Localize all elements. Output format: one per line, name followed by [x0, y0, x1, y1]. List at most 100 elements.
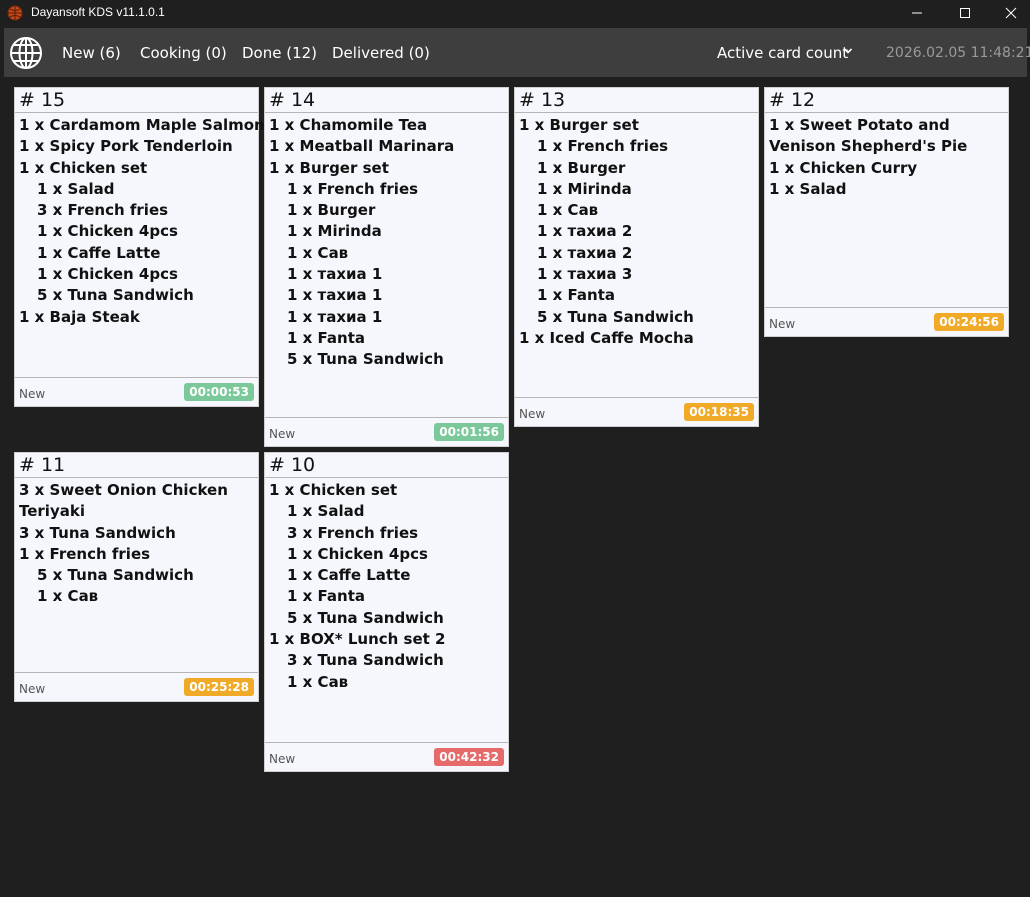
tab-new[interactable]: New (6) — [62, 44, 121, 62]
order-item: 3 x Sweet Onion Chicken Teriyaki — [19, 481, 228, 521]
order-item: 1 x Sweet Potato and Venison Shepherd's … — [769, 116, 968, 156]
elapsed-timer-badge: 00:01:56 — [434, 423, 504, 441]
order-card[interactable]: # 14 1 x Chamomile Tea 1 x Meatball Marina… — [264, 87, 509, 447]
status-label: New — [19, 387, 46, 401]
elapsed-timer-badge: 00:25:28 — [184, 678, 254, 696]
order-subitem: 1 x Сав — [37, 587, 99, 606]
window-title: Dayansoft KDS v11.1.0.1 — [31, 5, 165, 19]
close-button[interactable] — [988, 0, 1030, 26]
order-subitem: 1 x Mirinda — [537, 179, 632, 198]
status-label: New — [769, 317, 796, 331]
order-item: 1 x Iced Caffe Mocha — [519, 328, 694, 347]
order-item: 1 x Meatball Marinara — [269, 137, 455, 156]
close-icon — [1005, 7, 1017, 19]
order-subitem: 1 x Burger — [537, 158, 626, 177]
card-footer: New 00:42:32 — [265, 742, 508, 771]
order-subitem: 1 x Caffe Latte — [287, 566, 411, 585]
order-subitem: 1 x French fries — [537, 137, 669, 156]
card-footer: New 00:00:53 — [15, 377, 258, 406]
order-number: # 13 — [515, 88, 758, 113]
status-label: New — [19, 682, 46, 696]
elapsed-timer-badge: 00:18:35 — [684, 403, 754, 421]
order-subitem: 1 x тахиа 1 — [287, 307, 383, 326]
order-card[interactable]: # 10 1 x Chicken set 1 x Salad 3 x French f… — [264, 452, 509, 772]
order-number: # 15 — [15, 88, 258, 113]
order-subitem: 1 x тахиа 2 — [537, 222, 633, 241]
order-item: 1 x Chamomile Tea — [269, 116, 428, 134]
order-item: 1 x Spicy Pork Tenderloin — [19, 137, 233, 156]
order-subitem: 1 x French fries — [287, 179, 419, 198]
order-subitem: 1 x Salad — [287, 502, 365, 521]
order-subitem: 3 x French fries — [37, 201, 169, 220]
order-subitem: 1 x Сав — [287, 672, 349, 691]
status-label: New — [269, 427, 296, 441]
order-subitem: 3 x Tuna Sandwich — [287, 651, 444, 670]
menu-button[interactable] — [8, 35, 44, 71]
datetime-display: 2026.02.05 11:48:21 — [886, 45, 1030, 61]
order-card[interactable]: # 15 1 x Cardamom Maple Salmon 1 x Spicy P… — [14, 87, 265, 407]
order-items-list: 1 x Sweet Potato and Venison Shepherd's … — [765, 113, 1008, 200]
status-label: New — [269, 752, 296, 766]
order-item: 1 x Chicken Curry — [769, 158, 918, 177]
order-subitem: 1 x Caffe Latte — [37, 243, 161, 262]
minimize-icon — [912, 12, 922, 14]
order-subitem: 5 x Tuna Sandwich — [37, 566, 194, 585]
order-subitem: 1 x Chicken 4pcs — [37, 265, 178, 284]
order-items-list: 1 x Burger set 1 x French fries 1 x Burger… — [515, 113, 758, 349]
order-subitem: 5 x Tuna Sandwich — [287, 350, 444, 369]
dayansoft-logo-icon — [7, 5, 23, 21]
order-subitem: 1 x тахиа 1 — [287, 286, 383, 305]
order-item: 1 x Chicken set — [19, 158, 148, 177]
order-number: # 11 — [15, 453, 258, 478]
maximize-button[interactable] — [942, 0, 988, 26]
order-subitem: 1 x Fanta — [287, 328, 366, 347]
order-number: # 12 — [765, 88, 1008, 113]
order-subitem: 5 x Tuna Sandwich — [287, 608, 444, 627]
maximize-icon — [960, 8, 970, 18]
order-subitem: 1 x Сав — [287, 243, 349, 262]
tab-done[interactable]: Done (12) — [242, 44, 317, 62]
elapsed-timer-badge: 00:00:53 — [184, 383, 254, 401]
order-items-list: 1 x Chicken set 1 x Salad 3 x French fries… — [265, 478, 508, 693]
order-subitem: 1 x Fanta — [287, 587, 366, 606]
elapsed-timer-badge: 00:42:32 — [434, 748, 504, 766]
chevron-down-icon[interactable] — [843, 46, 853, 56]
order-subitem: 1 x Chicken 4pcs — [287, 544, 428, 563]
order-item: 1 x Salad — [769, 179, 847, 198]
order-subitem: 5 x Tuna Sandwich — [37, 286, 194, 305]
card-footer: New 00:24:56 — [765, 307, 1008, 336]
order-card[interactable]: # 12 1 x Sweet Potato and Venison Shepher… — [764, 87, 1009, 337]
order-items-list: 1 x Chamomile Tea 1 x Meatball Marinara 1 … — [265, 113, 508, 371]
order-item: 1 x Chicken set — [269, 481, 398, 499]
order-items-list: 1 x Cardamom Maple Salmon 1 x Spicy Pork … — [15, 113, 265, 328]
tab-cooking[interactable]: Cooking (0) — [140, 44, 227, 62]
tab-delivered[interactable]: Delivered (0) — [332, 44, 430, 62]
minimize-button[interactable] — [894, 0, 940, 26]
card-footer: New 00:25:28 — [15, 672, 258, 701]
order-item: 1 x Baja Steak — [19, 307, 140, 326]
order-subitem: 1 x Burger — [287, 201, 376, 220]
order-item: 1 x Burger set — [519, 116, 639, 134]
active-card-count-dropdown[interactable]: Active card count — [717, 44, 848, 62]
order-subitem: 3 x French fries — [287, 523, 419, 542]
order-item: 1 x French fries — [19, 544, 151, 563]
order-number: # 10 — [265, 453, 508, 478]
main-toolbar: New (6) Cooking (0) Done (12) Delivered … — [4, 28, 1030, 77]
order-subitem: 1 x Chicken 4pcs — [37, 222, 178, 241]
order-card[interactable]: # 11 3 x Sweet Onion Chicken Teriyaki 3 x … — [14, 452, 259, 702]
order-subitem: 1 x тахиа 3 — [537, 265, 633, 284]
window-titlebar: Dayansoft KDS v11.1.0.1 — [0, 0, 1030, 26]
order-item: 1 x Cardamom Maple Salmon — [19, 116, 265, 134]
order-items-list: 3 x Sweet Onion Chicken Teriyaki 3 x Tuna… — [15, 478, 258, 608]
order-card[interactable]: # 13 1 x Burger set 1 x French fries 1 x Bu… — [514, 87, 759, 427]
order-subitem: 1 x тахиа 1 — [287, 265, 383, 284]
order-subitem: 1 x Salad — [37, 179, 115, 198]
order-subitem: 5 x Tuna Sandwich — [537, 307, 694, 326]
order-item: 1 x BOX* Lunch set 2 — [269, 630, 446, 649]
globe-icon — [10, 37, 42, 69]
card-footer: New 00:18:35 — [515, 397, 758, 426]
status-label: New — [519, 407, 546, 421]
elapsed-timer-badge: 00:24:56 — [934, 313, 1004, 331]
order-item: 1 x Burger set — [269, 158, 389, 177]
order-subitem: 1 x тахиа 2 — [537, 243, 633, 262]
